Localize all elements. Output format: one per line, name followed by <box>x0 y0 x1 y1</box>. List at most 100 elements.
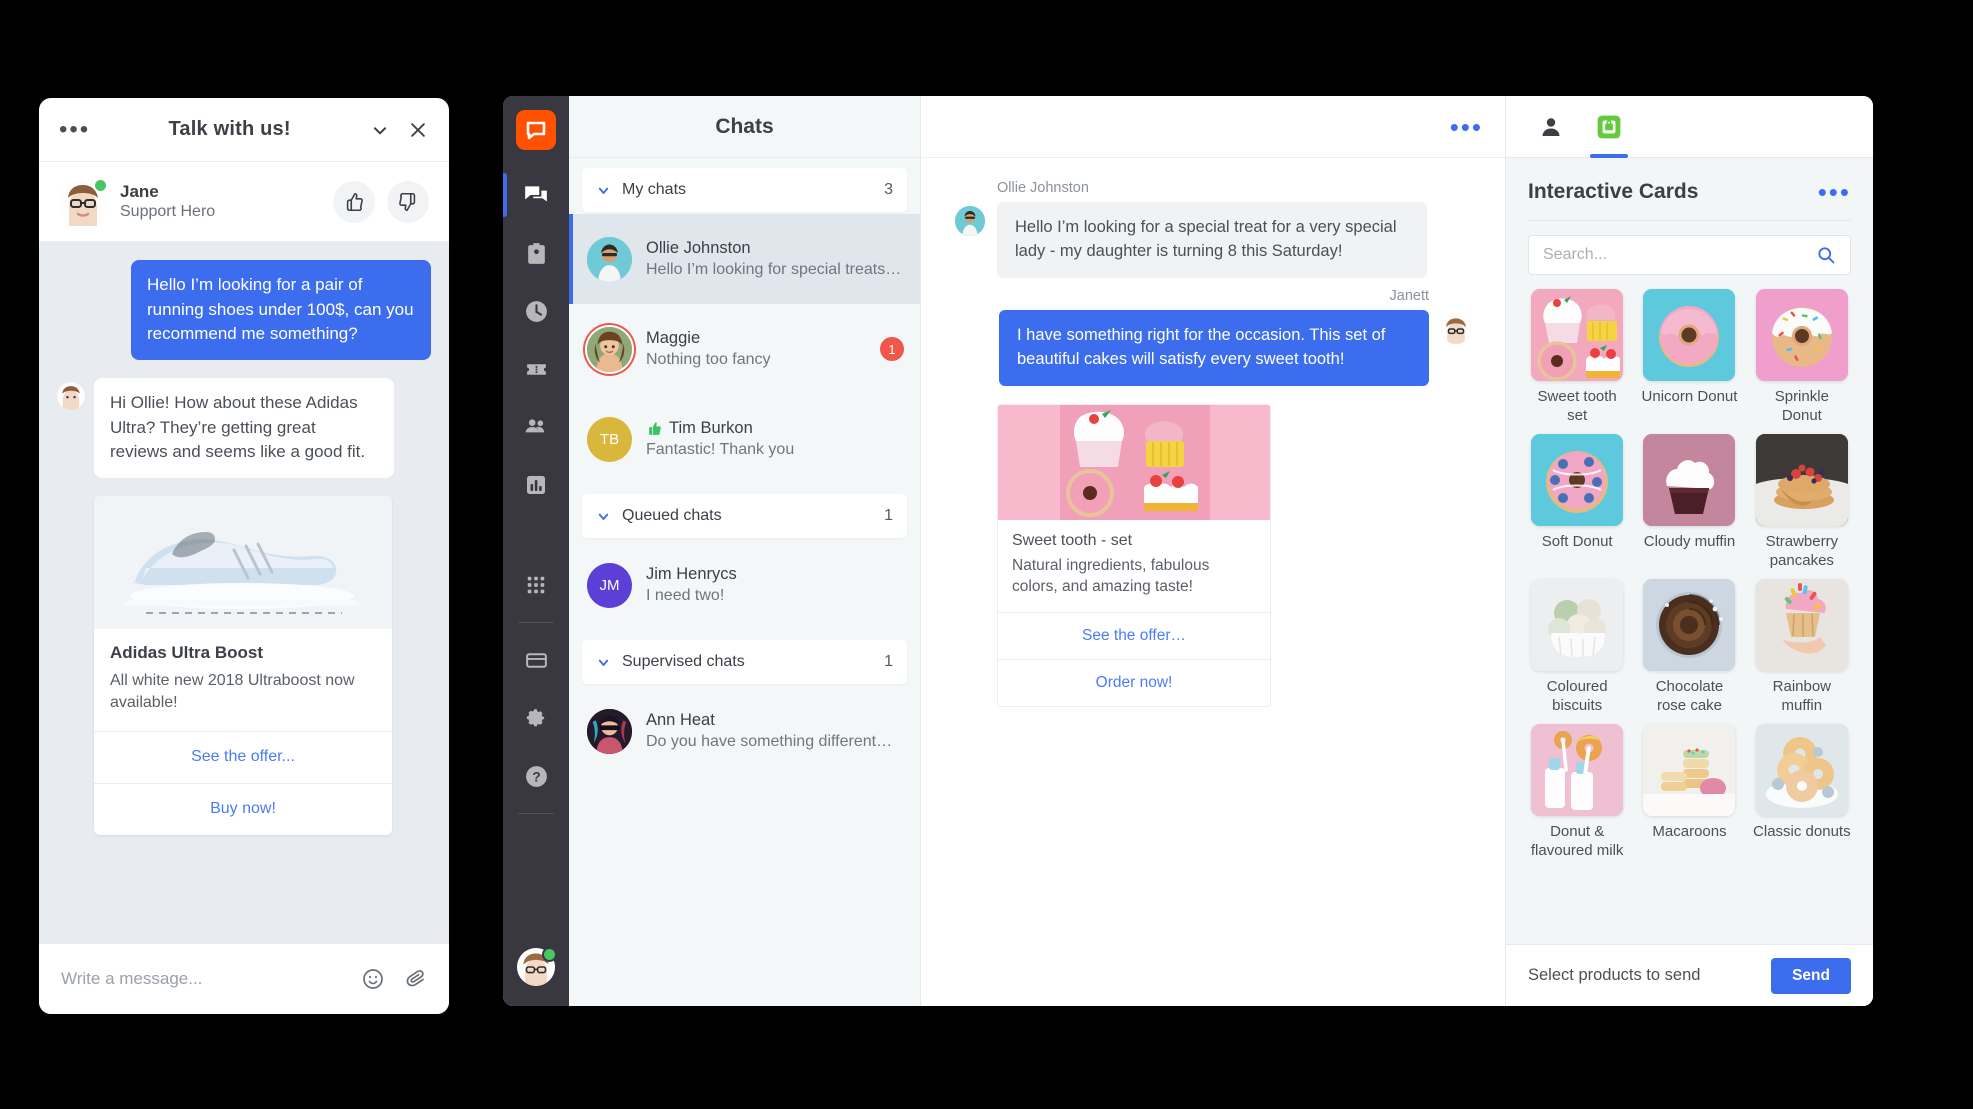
chat-group-queued-chats[interactable]: Queued chats 1 <box>582 494 907 538</box>
product-tile-rainbow-muffin[interactable]: Rainbow muffin <box>1753 579 1851 716</box>
chat-list-scroll[interactable]: My chats 3 Ollie Johnston Hello I’m look… <box>569 158 920 1006</box>
sidebar-item-team[interactable] <box>503 398 569 456</box>
divider <box>518 622 554 623</box>
product-card[interactable]: Sweet tooth - set Natural ingredients, f… <box>997 403 1271 708</box>
unread-badge: 1 <box>880 337 904 361</box>
product-thumbnail <box>1755 289 1848 381</box>
message-row: I have something right for the occasion.… <box>955 309 1471 386</box>
details-footer: Select products to send Send <box>1506 944 1873 1006</box>
sidebar-item-settings[interactable] <box>503 689 569 747</box>
sidebar-item-help[interactable]: ? <box>503 747 569 805</box>
search-icon[interactable] <box>1816 245 1836 265</box>
product-thumbnail <box>1531 724 1624 816</box>
conversation-header: ••• <box>921 96 1505 158</box>
sidebar-item-chats[interactable] <box>503 166 569 224</box>
interactive-cards-tab[interactable] <box>1586 96 1632 158</box>
divider <box>1528 220 1851 221</box>
chat-group-count: 1 <box>884 653 893 670</box>
product-tile-unicorn-donut[interactable]: Unicorn Donut <box>1640 289 1738 426</box>
chat-group-my-chats[interactable]: My chats 3 <box>582 168 907 212</box>
sidebar-item-tickets[interactable] <box>503 340 569 398</box>
chat-item-preview: Nothing too fancy <box>646 351 771 369</box>
widget-title: Talk with us! <box>168 118 291 140</box>
thumbs-down-button[interactable] <box>387 180 429 223</box>
product-label: Sweet tooth set <box>1537 388 1617 424</box>
product-tile-sweet-tooth-set[interactable]: Sweet tooth set <box>1528 289 1626 426</box>
thumbs-up-button[interactable] <box>333 180 375 223</box>
avatar <box>587 236 632 282</box>
ellipsis-icon[interactable]: ••• <box>1818 179 1851 205</box>
paperclip-icon[interactable] <box>403 967 427 991</box>
sidebar-item-billing[interactable] <box>503 631 569 689</box>
details-tabs <box>1506 96 1873 158</box>
chat-list-item-ollie-johnston[interactable]: Ollie Johnston Hello I’m looking for spe… <box>569 214 920 304</box>
product-tile-chocolate-rose-cake[interactable]: Chocolate rose cake <box>1640 579 1738 716</box>
selection-hint: Select products to send <box>1528 966 1701 984</box>
chevron-down-icon[interactable] <box>369 119 391 141</box>
message-row: Hi Ollie! How about these Adidas Ultra? … <box>57 377 431 478</box>
ellipsis-icon[interactable]: ••• <box>1450 114 1483 140</box>
green-app-icon <box>1596 114 1622 140</box>
avatar-initials: JM <box>587 562 632 608</box>
product-order-now-button[interactable]: Order now! <box>998 659 1270 706</box>
chat-item-preview: I need two! <box>646 587 725 605</box>
message-input[interactable]: Write a message... <box>61 969 361 989</box>
chat-list-item-ann-heat[interactable]: Ann Heat Do you have something different… <box>569 686 920 776</box>
avatar <box>955 206 985 236</box>
chat-list-item-maggie[interactable]: Maggie Nothing too fancy 1 <box>569 304 920 394</box>
chat-list-item-jim-henrycs[interactable]: JM Jim Henrycs I need two! <box>569 540 920 630</box>
sidebar-item-archives[interactable] <box>503 224 569 282</box>
product-tile-soft-donut[interactable]: Soft Donut <box>1528 434 1626 571</box>
conversation-panel: ••• Ollie Johnston Hello I’m looking for… <box>921 96 1505 1006</box>
product-tile-sprinkle-donut[interactable]: Sprinkle Donut <box>1753 289 1851 426</box>
conversation-messages: Ollie Johnston Hello I’m looking for a s… <box>921 158 1505 1006</box>
chat-group-label: Queued chats <box>622 507 722 524</box>
livechat-logo-icon[interactable] <box>516 110 556 150</box>
product-label: Macaroons <box>1652 823 1727 840</box>
product-tile-cloudy-muffin[interactable]: Cloudy muffin <box>1640 434 1738 571</box>
product-tile-classic-donuts[interactable]: Classic donuts <box>1753 724 1851 861</box>
chat-item-name: Maggie <box>646 329 701 348</box>
customer-details-tab[interactable] <box>1528 96 1574 158</box>
emoji-icon[interactable] <box>361 967 385 991</box>
product-thumbnail <box>1755 434 1848 526</box>
chat-widget: ••• Talk with us! Jane Support Hero Hell… <box>39 98 449 1014</box>
widget-header: ••• Talk with us! <box>39 98 449 162</box>
chat-group-count: 1 <box>884 507 893 524</box>
product-tile-coloured-biscuits[interactable]: Coloured biscuits <box>1528 579 1626 716</box>
product-see-offer-button[interactable]: See the offer… <box>998 612 1270 659</box>
message-bubble-agent: I have something right for the occasion.… <box>999 309 1429 386</box>
message-bubble-customer: Hello I’m looking for a special treat fo… <box>997 202 1427 278</box>
agent-role: Support Hero <box>120 203 216 221</box>
avatar <box>1441 313 1471 344</box>
people-icon <box>523 414 549 440</box>
product-description: Natural ingredients, fabulous colors, an… <box>1012 556 1210 596</box>
product-tile-donut-flavoured-milk[interactable]: Donut & flavoured milk <box>1528 724 1626 861</box>
ellipsis-icon[interactable]: ••• <box>59 117 90 141</box>
screenshot-stage: ••• Talk with us! Jane Support Hero Hell… <box>0 0 1973 1109</box>
thumbs-down-icon <box>397 191 419 213</box>
product-search-box[interactable] <box>1528 235 1851 275</box>
product-label: Classic donuts <box>1753 823 1851 840</box>
sidebar-item-apps[interactable] <box>503 556 569 614</box>
product-tile-macaroons[interactable]: Macaroons <box>1640 724 1738 861</box>
search-input[interactable] <box>1543 246 1816 264</box>
sidebar-item-history[interactable] <box>503 282 569 340</box>
close-icon[interactable] <box>407 119 429 141</box>
chat-item-name: Ann Heat <box>646 711 715 730</box>
profile-avatar[interactable] <box>517 947 557 986</box>
chat-item-name: Ollie Johnston <box>646 239 751 258</box>
sidebar-item-reports[interactable] <box>503 456 569 514</box>
chat-item-name: Jim Henrycs <box>646 565 737 584</box>
send-button[interactable]: Send <box>1771 957 1851 994</box>
chevron-down-icon <box>596 655 611 670</box>
product-card[interactable]: Adidas Ultra Boost All white new 2018 Ul… <box>94 495 392 835</box>
product-see-offer-button[interactable]: See the offer... <box>94 730 392 783</box>
product-label: Cloudy muffin <box>1643 533 1736 550</box>
chat-group-supervised-chats[interactable]: Supervised chats 1 <box>582 640 907 684</box>
chat-group-label: My chats <box>622 181 687 198</box>
product-label: Coloured biscuits <box>1546 678 1608 714</box>
chat-list-item-tim-burkon[interactable]: TB Tim Burkon Fantastic! Thank you <box>569 394 920 484</box>
product-tile-strawberry-pancakes[interactable]: Strawberry pancakes <box>1753 434 1851 571</box>
product-buy-now-button[interactable]: Buy now! <box>94 782 392 835</box>
